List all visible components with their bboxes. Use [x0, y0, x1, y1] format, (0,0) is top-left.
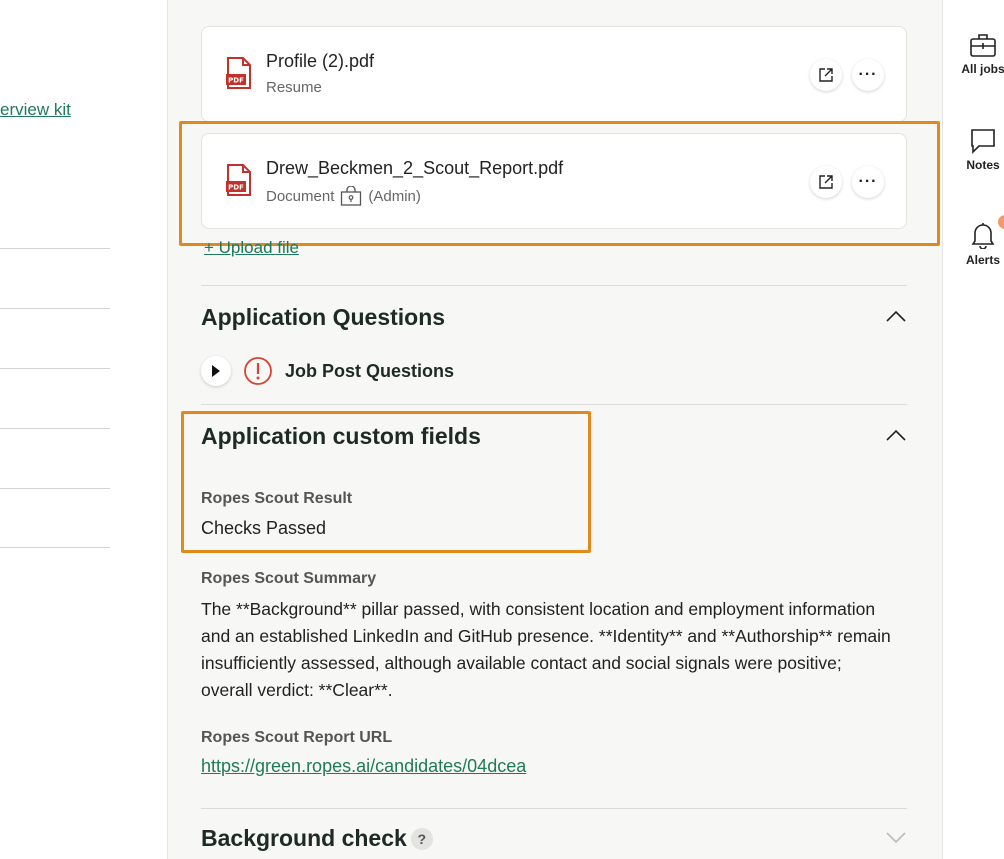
job-post-questions-label: Job Post Questions — [285, 360, 455, 381]
alert-badge — [998, 215, 1004, 229]
help-icon[interactable]: ? — [410, 827, 433, 850]
attachment-type-label: Resume — [266, 79, 322, 96]
left-panel: erview kit — [0, 0, 168, 859]
expand-button[interactable] — [201, 356, 231, 386]
highlight-box-custom-fields — [181, 411, 591, 553]
bell-icon — [971, 223, 995, 249]
pdf-file-icon: PDF — [226, 57, 251, 89]
divider — [0, 428, 110, 429]
open-external-button[interactable] — [810, 59, 842, 91]
warning-icon — [244, 357, 272, 385]
divider — [0, 547, 110, 548]
divider — [0, 368, 110, 369]
chevron-down-icon[interactable] — [886, 832, 906, 844]
field-value-scout-summary: The **Background** pillar passed, with c… — [201, 599, 891, 700]
interview-kit-link[interactable]: erview kit — [0, 100, 71, 120]
chevron-up-icon[interactable] — [886, 310, 906, 322]
scout-report-url-link[interactable]: https://green.ropes.ai/candidates/04dcea — [201, 756, 526, 777]
chevron-up-icon[interactable] — [886, 429, 906, 441]
attachment-type: Resume — [266, 79, 322, 96]
job-post-questions-row[interactable]: Job Post Questions — [201, 356, 454, 386]
rail-label: Alerts — [965, 253, 1000, 267]
main-content: PDF Profile (2).pdf Resume ··· PDF Drew_… — [168, 0, 942, 859]
external-link-icon — [819, 68, 833, 82]
section-divider — [201, 808, 907, 809]
rail-label: All jobs — [961, 62, 1004, 76]
field-label-scout-summary: Ropes Scout Summary — [201, 570, 377, 587]
rail-item-notes[interactable]: Notes — [943, 128, 1004, 172]
briefcase-icon — [970, 34, 996, 57]
ellipsis-icon: ··· — [858, 66, 878, 83]
rail-label: Notes — [966, 158, 1000, 172]
attachment-card-resume: PDF Profile (2).pdf Resume ··· — [201, 26, 907, 122]
section-title-application-questions: Application Questions — [201, 304, 446, 330]
background-check-label: Background check — [201, 825, 407, 851]
rail-item-alerts[interactable]: Alerts — [943, 215, 1004, 267]
section-divider — [201, 404, 907, 405]
divider — [0, 308, 110, 309]
field-label-scout-report-url: Ropes Scout Report URL — [201, 729, 393, 746]
section-title-background-check: Background check ? — [201, 825, 433, 852]
rail-item-all-jobs[interactable]: All jobs — [943, 32, 1004, 76]
divider — [0, 488, 110, 489]
svg-text:PDF: PDF — [228, 77, 244, 85]
upload-file-link[interactable]: + Upload file — [204, 238, 299, 258]
right-rail: All jobs Notes Alerts — [942, 0, 1004, 859]
attachment-name[interactable]: Profile (2).pdf — [266, 51, 374, 72]
section-divider — [201, 285, 907, 286]
caret-right-icon — [212, 365, 220, 377]
comment-icon — [971, 129, 995, 154]
divider — [0, 248, 110, 249]
highlight-box-scout-report — [179, 121, 940, 246]
more-options-button[interactable]: ··· — [852, 59, 884, 91]
